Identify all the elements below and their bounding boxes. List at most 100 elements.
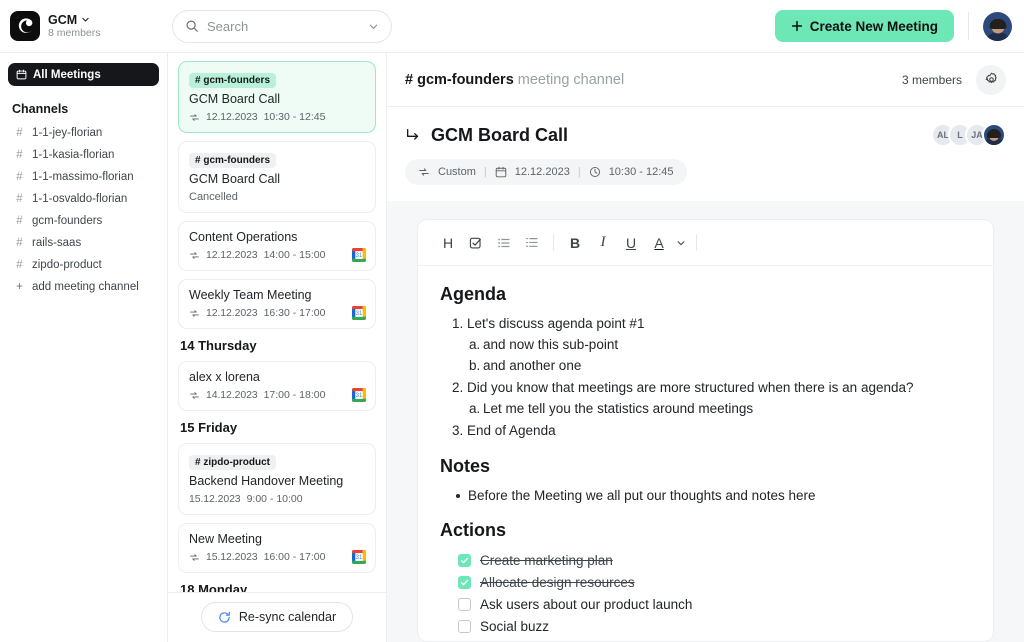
underline-button[interactable]: U: [617, 229, 645, 257]
meeting-card[interactable]: # gcm-founders GCM Board Call Cancelled: [178, 141, 376, 213]
meeting-title: Backend Handover Meeting: [189, 474, 344, 488]
meetings-list-panel: # gcm-founders GCM Board Call 12.12.2023…: [168, 53, 387, 642]
toolbar-divider: [553, 234, 554, 251]
resync-label: Re-sync calendar: [238, 610, 337, 624]
sidebar-item-channel-gcm-founders[interactable]: # gcm-founders: [8, 210, 159, 232]
action-item[interactable]: Social buzz: [458, 616, 971, 638]
text-color-chevron-down-icon[interactable]: [673, 229, 689, 257]
gear-icon: [984, 72, 999, 87]
repeat-icon: [189, 112, 200, 123]
channel-title: # gcm-founders meeting channel: [405, 72, 624, 88]
meeting-title: GCM Board Call: [189, 172, 280, 186]
document-body[interactable]: Agenda 1. Let's discuss agenda point #1 a…: [418, 266, 993, 641]
app-body: All Meetings Channels # 1-1-jey-florian …: [0, 53, 1024, 642]
channel-name: # gcm-founders: [405, 71, 514, 88]
meeting-card[interactable]: Weekly Team Meeting 12.12.2023 16:30 - 1…: [178, 279, 376, 329]
hash-icon: #: [16, 259, 23, 271]
google-calendar-icon: 31: [352, 388, 366, 402]
channel-label: 1-1-kasia-florian: [32, 149, 115, 161]
meeting-title: Weekly Team Meeting: [189, 288, 312, 302]
toolbar-divider: [696, 234, 697, 251]
text-color-button[interactable]: A: [645, 229, 673, 257]
repeat-icon: [189, 552, 200, 563]
top-bar-right: Create New Meeting: [774, 10, 1024, 42]
search-icon: [185, 19, 199, 33]
sidebar-item-channel[interactable]: # zipdo-product: [8, 254, 159, 276]
meeting-time: 17:00 - 18:00: [263, 389, 326, 401]
action-label: Allocate design resources: [480, 575, 635, 591]
action-label: Social buzz: [480, 619, 550, 635]
sidebar-item-all-meetings[interactable]: All Meetings: [8, 63, 159, 86]
action-item[interactable]: Ask users about our product launch: [458, 594, 971, 616]
checkbox-unchecked-icon[interactable]: [458, 620, 471, 634]
channel-label: 1-1-jey-florian: [32, 127, 103, 139]
workspace-switcher[interactable]: GCM 8 members: [0, 11, 168, 41]
checkbox-checked-icon[interactable]: [458, 554, 471, 568]
sidebar-item-channel[interactable]: # 1-1-jey-florian: [8, 122, 159, 144]
hash-icon: #: [16, 171, 23, 183]
agenda-subitem: a. and now this sub-point: [469, 335, 971, 356]
sidebar-item-channel[interactable]: # 1-1-kasia-florian: [8, 144, 159, 166]
checklist-button[interactable]: [462, 229, 490, 257]
chevron-down-icon: [81, 15, 90, 24]
meeting-meta: 15.12.2023 9:00 - 10:00: [189, 493, 365, 505]
hash-icon: #: [16, 215, 23, 227]
agenda-item-number: 2.: [452, 379, 464, 395]
agenda-item-text: Let's discuss agenda point #1: [467, 316, 645, 331]
calendar-icon: [495, 166, 507, 178]
calendar-icon: [16, 69, 27, 80]
channel-settings-button[interactable]: [976, 64, 1006, 95]
meeting-time: 10:30 - 12:45: [263, 111, 326, 123]
checkbox-unchecked-icon[interactable]: [458, 598, 471, 612]
all-meetings-label: All Meetings: [33, 68, 101, 81]
channel-label: 1-1-osvaldo-florian: [32, 193, 128, 205]
action-item[interactable]: Create marketing plan: [458, 550, 971, 572]
heading-button[interactable]: H: [434, 229, 462, 257]
pill-divider: |: [577, 166, 581, 178]
sidebar-item-channel[interactable]: # rails-saas: [8, 232, 159, 254]
action-label: Create marketing plan: [480, 553, 613, 569]
repeat-icon: [189, 250, 200, 261]
sidebar-item-channel[interactable]: # 1-1-osvaldo-florian: [8, 188, 159, 210]
agenda-subitem-number: a.: [469, 336, 481, 352]
checkbox-checked-icon[interactable]: [458, 576, 471, 590]
meeting-date: 12.12.2023: [206, 111, 258, 123]
bullet-list-button[interactable]: [490, 229, 518, 257]
user-avatar[interactable]: [983, 11, 1012, 41]
numbered-list-button[interactable]: [518, 229, 546, 257]
meeting-time: 9:00 - 10:00: [246, 493, 303, 505]
search-input[interactable]: Search: [172, 9, 392, 43]
search-placeholder: Search: [207, 18, 249, 34]
add-meeting-channel-button[interactable]: + add meeting channel: [8, 276, 159, 298]
avatar-photo[interactable]: [982, 123, 1006, 147]
meeting-card[interactable]: Content Operations 12.12.2023 14:00 - 15…: [178, 221, 376, 271]
meetings-scroll[interactable]: # gcm-founders GCM Board Call 12.12.2023…: [168, 53, 386, 592]
channel-label: 1-1-massimo-florian: [32, 171, 134, 183]
workspace-name-row: GCM: [48, 13, 101, 27]
meeting-card[interactable]: alex x lorena 14.12.2023 17:00 - 18:00 3…: [178, 361, 376, 411]
sidebar-item-channel[interactable]: # 1-1-massimo-florian: [8, 166, 159, 188]
hash-icon: #: [16, 237, 23, 249]
create-new-meeting-button[interactable]: Create New Meeting: [774, 10, 954, 42]
search-chevron-down-icon[interactable]: [368, 21, 379, 32]
channel-subtitle: meeting channel: [513, 71, 625, 88]
main-panel: # gcm-founders meeting channel 3 members: [387, 53, 1024, 642]
svg-text:31: 31: [356, 311, 363, 317]
agenda-item-text: Did you know that meetings are more stru…: [467, 379, 914, 395]
channels-heading: Channels: [12, 102, 69, 116]
meeting-card[interactable]: # gcm-founders GCM Board Call 12.12.2023…: [178, 61, 376, 133]
refresh-icon: [218, 611, 231, 624]
resync-calendar-button[interactable]: Re-sync calendar: [200, 602, 354, 632]
hash-icon: #: [16, 127, 23, 139]
meeting-date: 12.12.2023: [514, 166, 570, 178]
italic-button[interactable]: I: [589, 229, 617, 257]
meeting-card[interactable]: New Meeting 15.12.2023 16:00 - 17:00 31: [178, 523, 376, 573]
channel-header: # gcm-founders meeting channel 3 members: [387, 53, 1024, 107]
agenda-item: 2. Did you know that meetings are more st…: [452, 378, 971, 420]
meeting-card[interactable]: # zipdo-product Backend Handover Meeting…: [178, 443, 376, 515]
agenda-subitem-text: and now this sub-point: [483, 336, 619, 352]
action-item[interactable]: Allocate design resources: [458, 572, 971, 594]
attendee-avatars[interactable]: AL L JA: [931, 123, 1006, 147]
bold-button[interactable]: B: [561, 229, 589, 257]
gcm-logo-icon: [10, 11, 40, 41]
